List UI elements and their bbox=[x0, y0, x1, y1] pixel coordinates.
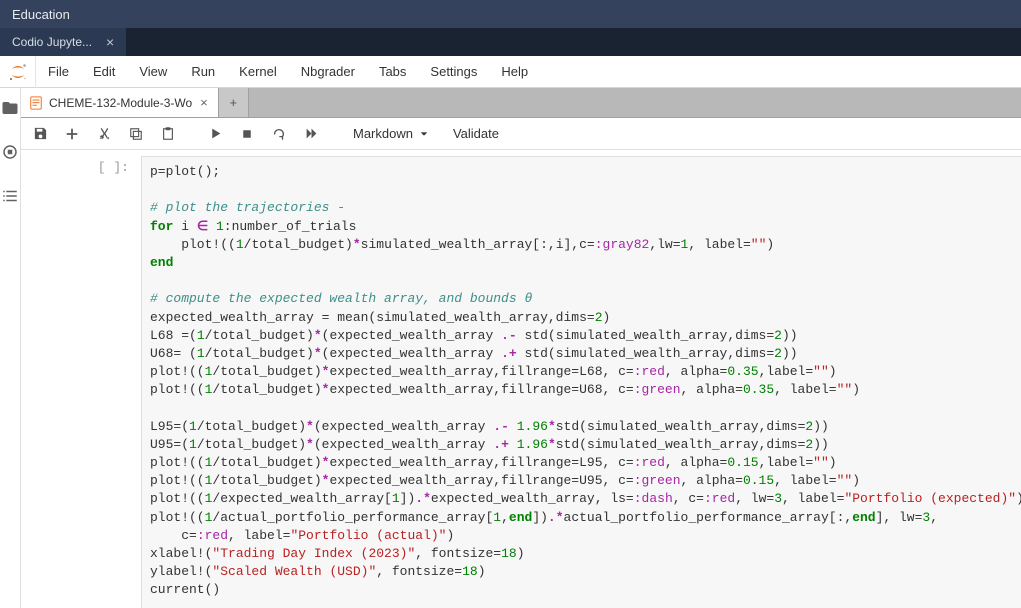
cell-type-label: Markdown bbox=[353, 126, 413, 141]
notebook-toolbar: Markdown Validate bbox=[21, 118, 1021, 150]
app-tab-label: Codio Jupyte... bbox=[12, 35, 92, 49]
stop-icon[interactable] bbox=[238, 125, 256, 143]
menu-items: File Edit View Run Kernel Nbgrader Tabs … bbox=[36, 56, 540, 88]
menu-edit[interactable]: Edit bbox=[81, 56, 127, 88]
activity-bar bbox=[0, 88, 21, 608]
menu-tabs[interactable]: Tabs bbox=[367, 56, 418, 88]
copy-icon[interactable] bbox=[127, 125, 145, 143]
close-icon[interactable]: × bbox=[198, 95, 210, 110]
main-area: CHEME-132-Module-3-Wo × + Markdown Valid… bbox=[21, 88, 1021, 608]
notebook-body[interactable]: [ ]: p=plot(); # plot the trajectories -… bbox=[21, 150, 1021, 608]
menu-bar: File Edit View Run Kernel Nbgrader Tabs … bbox=[0, 56, 1021, 88]
cell-prompt: [ ]: bbox=[21, 156, 141, 608]
menu-view[interactable]: View bbox=[127, 56, 179, 88]
menu-settings[interactable]: Settings bbox=[418, 56, 489, 88]
jupyter-logo[interactable] bbox=[0, 56, 36, 88]
menu-file[interactable]: File bbox=[36, 56, 81, 88]
menu-help[interactable]: Help bbox=[489, 56, 540, 88]
paste-icon[interactable] bbox=[159, 125, 177, 143]
toc-icon[interactable] bbox=[0, 186, 20, 206]
running-icon[interactable] bbox=[0, 142, 20, 162]
workspace: CHEME-132-Module-3-Wo × + Markdown Valid… bbox=[0, 88, 1021, 608]
menu-kernel[interactable]: Kernel bbox=[227, 56, 289, 88]
add-cell-icon[interactable] bbox=[63, 125, 81, 143]
close-icon[interactable]: × bbox=[102, 34, 118, 50]
code-editor[interactable]: p=plot(); # plot the trajectories - for … bbox=[141, 156, 1021, 608]
menu-nbgrader[interactable]: Nbgrader bbox=[289, 56, 367, 88]
new-tab-button[interactable]: + bbox=[219, 88, 249, 117]
folder-icon[interactable] bbox=[0, 98, 20, 118]
run-all-icon[interactable] bbox=[302, 125, 320, 143]
app-tab-bar: Codio Jupyte... × bbox=[0, 28, 1021, 56]
cell-type-dropdown[interactable]: Markdown bbox=[349, 126, 433, 141]
notebook-tab-bar: CHEME-132-Module-3-Wo × + bbox=[21, 88, 1021, 118]
cut-icon[interactable] bbox=[95, 125, 113, 143]
chevron-down-icon bbox=[419, 129, 429, 139]
notebook-tab[interactable]: CHEME-132-Module-3-Wo × bbox=[21, 88, 219, 117]
save-icon[interactable] bbox=[31, 125, 49, 143]
menu-run[interactable]: Run bbox=[179, 56, 227, 88]
restart-icon[interactable] bbox=[270, 125, 288, 143]
window-title: Education bbox=[12, 7, 70, 22]
code-cell[interactable]: [ ]: p=plot(); # plot the trajectories -… bbox=[21, 150, 1021, 608]
notebook-tab-label: CHEME-132-Module-3-Wo bbox=[49, 96, 192, 110]
validate-button[interactable]: Validate bbox=[447, 126, 505, 141]
notebook-icon bbox=[29, 96, 43, 110]
app-tab-codio[interactable]: Codio Jupyte... × bbox=[0, 28, 126, 56]
run-icon[interactable] bbox=[206, 125, 224, 143]
window-title-bar: Education bbox=[0, 0, 1021, 28]
